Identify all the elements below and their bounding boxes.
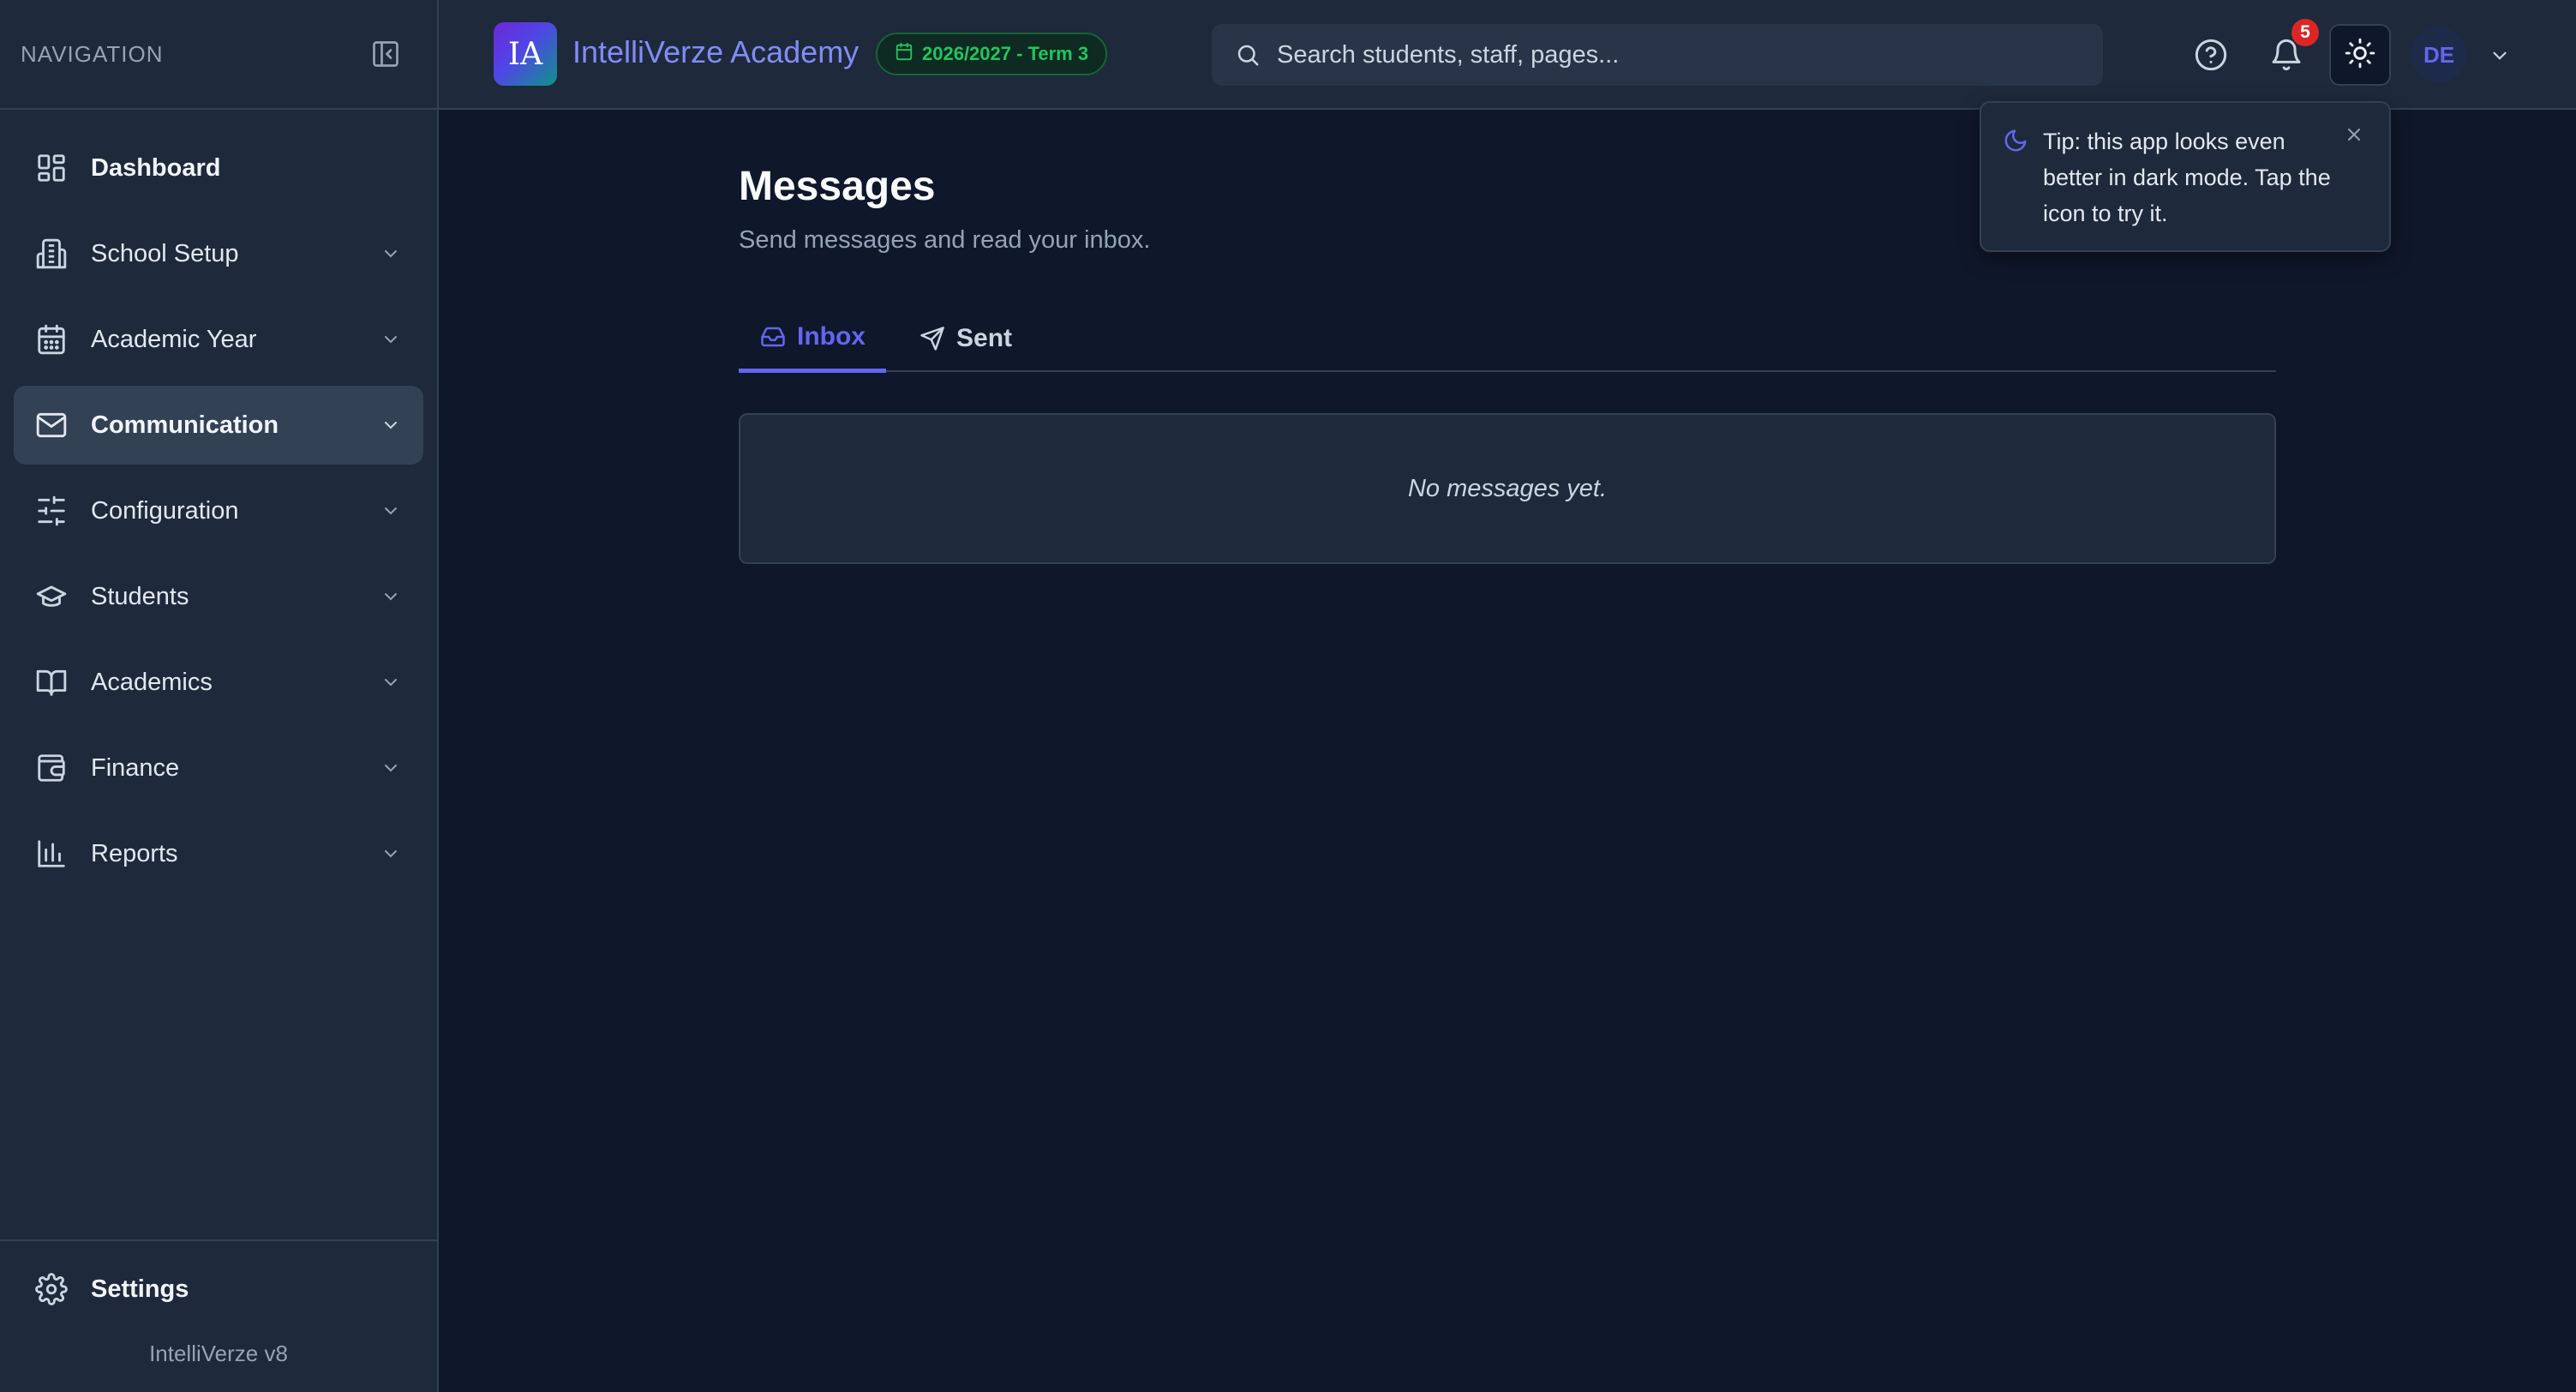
chevron-down-icon [379,585,403,609]
settings-label: Settings [91,1275,189,1303]
empty-state-text: No messages yet. [1407,474,1608,502]
sidebar-item-dashboard[interactable]: Dashboard [14,129,423,207]
calendar-icon [34,322,69,357]
tab-sent-label: Sent [956,324,1013,352]
term-label: 2026/2027 - Term 3 [922,43,1089,64]
sidebar-item-school-setup[interactable]: School Setup [14,214,423,293]
bar-chart-icon [34,837,69,871]
gear-icon [34,1272,69,1306]
sidebar-item-label: Students [91,582,189,610]
sidebar-item-settings[interactable]: Settings [14,1250,423,1329]
sidebar-item-label: Reports [91,839,178,867]
sidebar-item-label: Dashboard [91,153,221,182]
sidebar-item-label: Finance [91,753,180,782]
sidebar: NAVIGATION Dashboard School Setup Academ… [0,0,439,1392]
sidebar-item-label: Academic Year [91,325,257,353]
message-tabs: Inbox Sent [739,305,2276,373]
sidebar-footer: Settings IntelliVerze v8 [0,1239,437,1392]
chevron-down-icon [379,670,403,694]
page-subtitle: Send messages and read your inbox. [739,226,1151,254]
tip-text: Tip: this app looks even better in dark … [2043,129,2331,226]
global-search[interactable] [1212,24,2103,86]
sidebar-collapse-icon[interactable] [368,37,403,71]
sidebar-item-label: School Setup [91,239,239,267]
messages-list: No messages yet. [739,413,2276,564]
term-badge[interactable]: 2026/2027 - Term 3 [876,33,1108,75]
app-name[interactable]: IntelliVerze Academy [572,34,859,70]
sidebar-item-students[interactable]: Students [14,557,423,636]
sidebar-title: NAVIGATION [21,40,164,67]
theme-toggle-button[interactable] [2329,24,2391,86]
chevron-down-icon[interactable] [2487,43,2513,69]
search-input[interactable] [1277,40,2048,69]
sidebar-item-reports[interactable]: Reports [14,814,423,893]
chevron-down-icon [379,327,403,351]
help-icon[interactable] [2189,33,2233,77]
sliders-icon [34,494,69,528]
notification-badge: 5 [2291,19,2319,46]
app-logo[interactable]: IA [494,22,557,86]
dashboard-icon [34,151,69,185]
sidebar-item-label: Academics [91,668,213,696]
building-icon [34,237,69,271]
search-icon [1234,41,1261,69]
calendar-icon [895,42,914,66]
tab-inbox-label: Inbox [797,322,866,351]
mail-icon [34,408,69,442]
wallet-icon [34,751,69,785]
page-title: Messages [739,164,936,209]
sidebar-item-academic-year[interactable]: Academic Year [14,300,423,379]
sidebar-item-finance[interactable]: Finance [14,729,423,807]
sidebar-item-communication[interactable]: Communication [14,386,423,465]
user-avatar[interactable]: DE [2411,27,2466,82]
inbox-icon [759,323,787,351]
chevron-down-icon [379,242,403,266]
chevron-down-icon [379,842,403,866]
sidebar-item-academics[interactable]: Academics [14,643,423,722]
app-root: NAVIGATION Dashboard School Setup Academ… [0,0,2576,1392]
sidebar-nav: Dashboard School Setup Academic Year Com… [0,110,437,893]
dark-mode-tip: Tip: this app looks even better in dark … [1980,101,2391,252]
topbar: IA IntelliVerze Academy 2026/2027 - Term… [439,0,2576,110]
app-version: IntelliVerze v8 [149,1341,288,1366]
chevron-down-icon [379,413,403,437]
sun-icon [2344,37,2376,74]
tab-inbox[interactable]: Inbox [739,305,886,373]
tab-sent[interactable]: Sent [898,305,1033,372]
book-icon [34,665,69,699]
sidebar-item-label: Communication [91,411,279,439]
sidebar-header: NAVIGATION [0,0,437,110]
graduation-cap-icon [34,579,69,614]
send-icon [919,325,946,352]
sidebar-item-configuration[interactable]: Configuration [14,471,423,550]
sidebar-item-label: Configuration [91,496,239,525]
moon-icon [2002,127,2029,154]
chevron-down-icon [379,756,403,780]
chevron-down-icon [379,499,403,523]
close-icon[interactable] [2341,122,2367,147]
